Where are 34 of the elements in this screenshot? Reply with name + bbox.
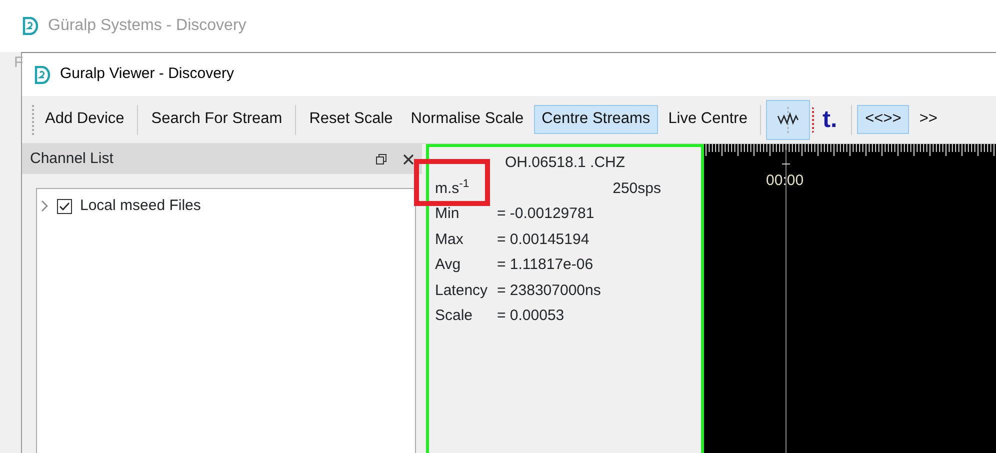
toolbar-button[interactable]: Add Device (37, 105, 132, 134)
stat-label: Max (435, 230, 464, 250)
stat-value: = -0.00129781 (497, 204, 594, 224)
waveform-icon (777, 106, 800, 132)
tree-item-label[interactable]: Local mseed Files (80, 195, 201, 218)
window-title: Guralp Viewer - Discovery (60, 64, 234, 84)
panel-title: Channel List (30, 148, 114, 169)
stat-value: = 0.00145194 (497, 230, 590, 250)
app-logo-icon (22, 17, 38, 35)
checkbox[interactable] (57, 198, 72, 214)
stat-label: Min (435, 204, 460, 224)
toolbar-button[interactable]: <<>> (857, 105, 910, 134)
waveform-button[interactable] (766, 100, 810, 140)
stat-label: Avg (435, 255, 462, 275)
time-button[interactable]: t. (812, 106, 846, 132)
app-logo-icon (34, 66, 50, 84)
stat-value: = 0.00053 (497, 306, 564, 326)
toolbar-button[interactable]: Search For Stream (143, 105, 290, 134)
stream-name: OH.06518.1 .CHZ (504, 153, 626, 173)
sample-rate: 250sps (612, 178, 661, 198)
float-icon[interactable] (376, 154, 387, 164)
stat-value: = 1.11817e-06 (497, 255, 594, 275)
toolbar-button[interactable]: Centre Streams (534, 105, 658, 134)
stat-value: = 238307000ns (497, 280, 601, 300)
units-label: m.s$^{-1}$ (435, 176, 470, 198)
close-icon[interactable] (403, 154, 414, 164)
toolbar-button[interactable]: Live Centre (660, 105, 756, 134)
stat-label: Scale (435, 306, 474, 326)
stat-label: Latency (435, 280, 489, 300)
toolbar-button[interactable]: Normalise Scale (402, 105, 532, 134)
toolbar-button[interactable]: >> (911, 105, 946, 134)
toolbar-button[interactable]: Reset Scale (301, 105, 401, 134)
app-window-title: Güralp Systems - Discovery (48, 16, 246, 36)
toolbar-grip-icon[interactable] (32, 102, 35, 136)
